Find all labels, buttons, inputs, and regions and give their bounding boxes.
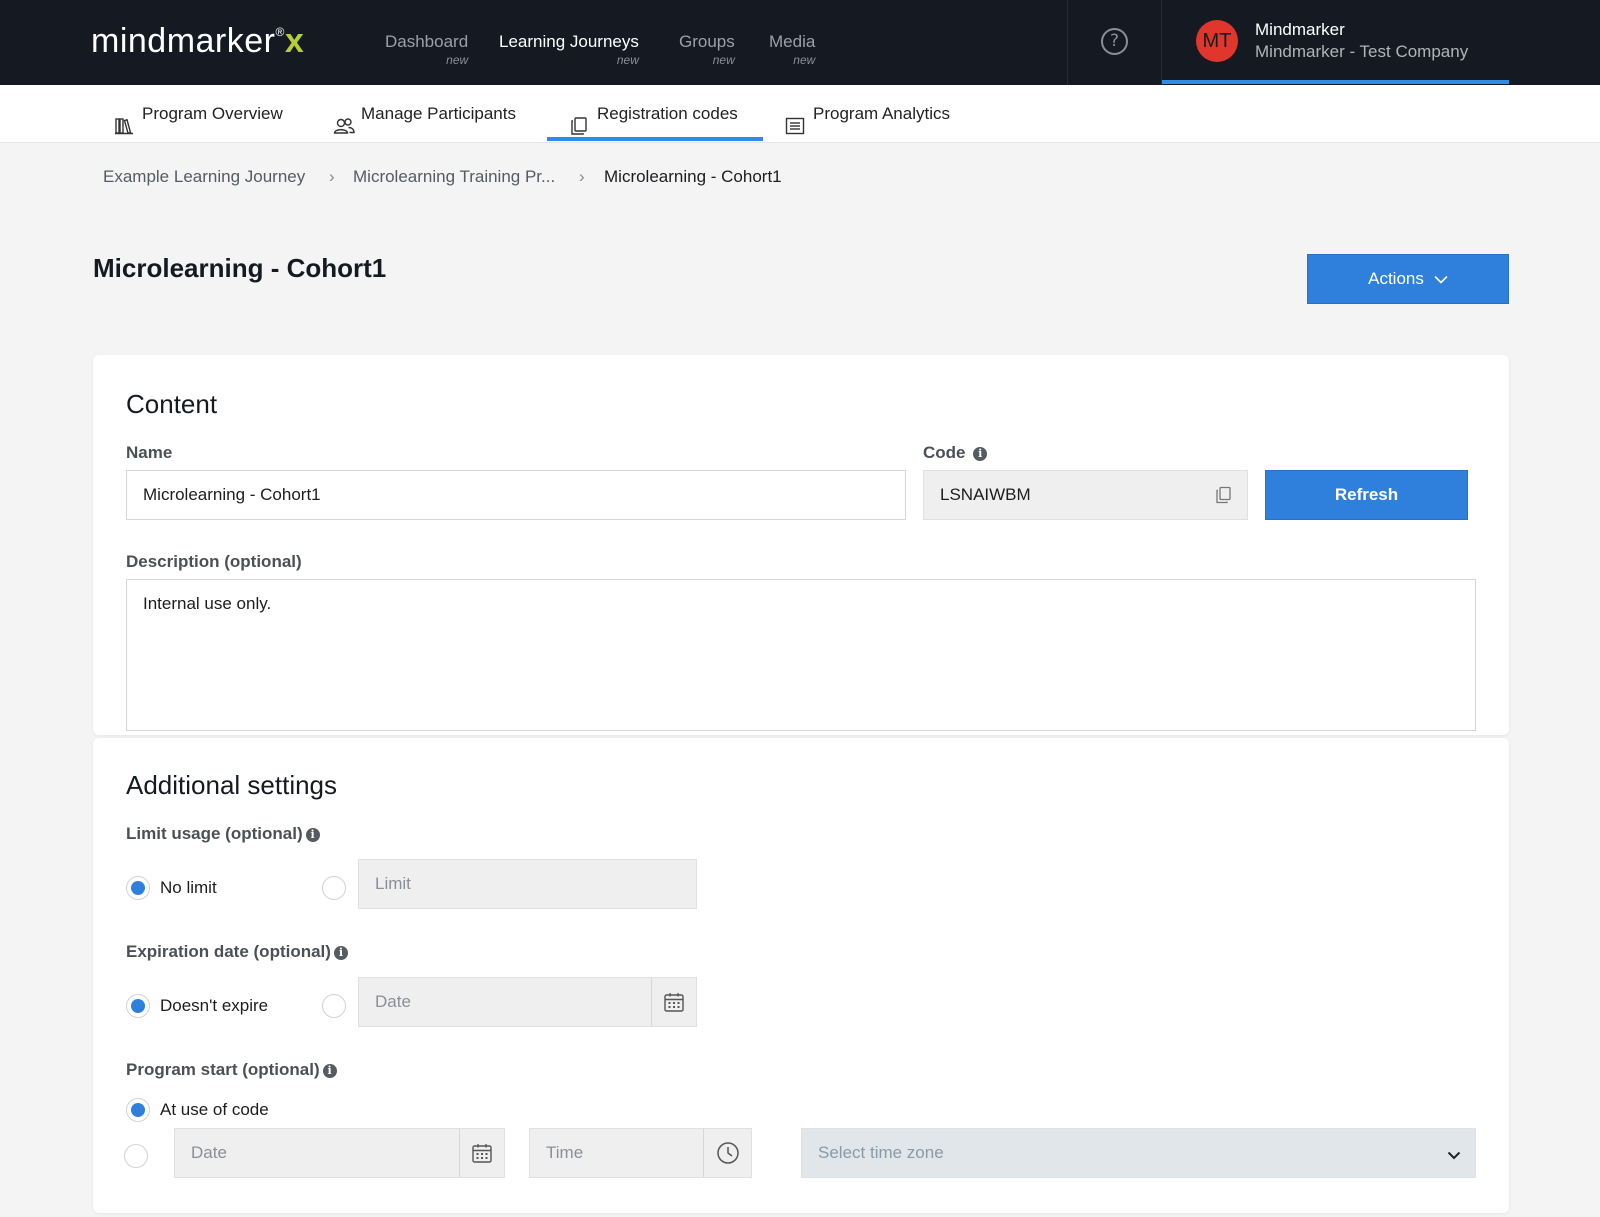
nav-media-label: Media: [769, 32, 816, 51]
nav-divider: [1067, 0, 1068, 85]
actions-button-label: Actions: [1368, 269, 1424, 288]
timezone-select[interactable]: Select time zone: [801, 1128, 1476, 1178]
nav-learning-journeys-label: Learning Journeys: [499, 32, 639, 51]
info-icon[interactable]: i: [322, 1064, 337, 1078]
info-icon[interactable]: i: [333, 946, 348, 960]
list-icon: [785, 104, 805, 135]
tab-program-analytics[interactable]: Program Analytics: [785, 85, 950, 143]
breadcrumb-separator-icon: ›: [579, 167, 585, 186]
nav-dashboard[interactable]: Dashboard new: [385, 32, 468, 67]
info-icon[interactable]: i: [305, 828, 320, 842]
at-use-of-code-label: At use of code: [160, 1100, 269, 1119]
expiration-date-radio[interactable]: [322, 994, 346, 1018]
nav-groups-label: Groups: [679, 32, 735, 51]
info-icon[interactable]: i: [973, 447, 988, 461]
breadcrumb-current: Microlearning - Cohort1: [604, 167, 782, 186]
user-company: Mindmarker - Test Company: [1255, 42, 1469, 61]
tab-registration-codes-label: Registration codes: [597, 104, 738, 123]
code-value: LSNAIWBM: [940, 485, 1031, 504]
nav-media[interactable]: Media new: [769, 32, 815, 67]
user-menu-active-indicator: [1162, 80, 1509, 84]
copy-icon[interactable]: [1213, 485, 1233, 505]
name-label: Name: [126, 443, 173, 462]
users-icon: [333, 104, 355, 134]
calendar-icon[interactable]: [651, 978, 696, 1026]
nav-groups[interactable]: Groups new: [679, 32, 735, 67]
nav-dashboard-label: Dashboard: [385, 32, 469, 51]
additional-settings-card: Additional settings Limit usage (optiona…: [93, 738, 1509, 1213]
tab-program-overview[interactable]: Program Overview: [114, 85, 283, 143]
content-section-title: Content: [126, 389, 218, 419]
at-use-of-code-radio[interactable]: [126, 1098, 150, 1122]
limit-placeholder: Limit: [375, 874, 411, 893]
tab-program-analytics-label: Program Analytics: [813, 104, 950, 123]
clock-icon[interactable]: [703, 1129, 751, 1177]
breadcrumb-item[interactable]: Example Learning Journey: [103, 167, 305, 187]
program-start-time-placeholder: Time: [546, 1143, 584, 1162]
tab-manage-participants[interactable]: Manage Participants: [333, 85, 516, 143]
breadcrumb-item[interactable]: Microlearning Training Pr...: [353, 167, 555, 187]
name-input-value: Microlearning - Cohort1: [143, 485, 321, 504]
limit-radio[interactable]: [322, 876, 346, 900]
tab-manage-participants-label: Manage Participants: [361, 104, 516, 123]
doesnt-expire-label: Doesn't expire: [160, 996, 269, 1015]
nav-learning-journeys[interactable]: Learning Journeys new: [499, 32, 639, 67]
content-card: Content Name Microlearning - Cohort1 Cod…: [93, 355, 1509, 735]
page-title: Microlearning - Cohort1: [93, 253, 387, 283]
expiration-date-label: Expiration date (optional) i: [126, 942, 348, 962]
refresh-button[interactable]: Refresh: [1265, 470, 1468, 520]
additional-settings-title: Additional settings: [126, 770, 338, 800]
code-label: Code i: [923, 443, 988, 463]
books-icon: [114, 104, 134, 135]
chevron-down-icon: [1434, 269, 1448, 289]
calendar-icon[interactable]: [459, 1129, 504, 1177]
mindmarker-logo[interactable]: mindmarker®x: [91, 22, 304, 61]
chevron-down-icon: [1447, 1145, 1461, 1165]
tab-registration-codes[interactable]: Registration codes: [569, 85, 738, 143]
nav-dashboard-badge: new: [446, 53, 469, 67]
program-start-date-input[interactable]: Date: [174, 1128, 505, 1178]
breadcrumb-separator-icon: ›: [329, 167, 335, 186]
limit-input[interactable]: Limit: [358, 859, 697, 909]
description-label: Description (optional): [126, 552, 302, 571]
timezone-placeholder: Select time zone: [818, 1143, 944, 1162]
no-limit-label: No limit: [160, 878, 217, 897]
top-navigation-bar: mindmarker®x Dashboard new Learning Jour…: [0, 0, 1600, 85]
copy-icon: [569, 104, 589, 135]
program-start-time-input[interactable]: Time: [529, 1128, 752, 1178]
active-tab-indicator: [547, 137, 763, 141]
doesnt-expire-radio[interactable]: [126, 994, 150, 1018]
description-value: Internal use only.: [143, 594, 272, 613]
program-start-date-radio[interactable]: [124, 1144, 148, 1168]
actions-button[interactable]: Actions: [1307, 254, 1509, 304]
limit-usage-label: Limit usage (optional) i: [126, 824, 320, 844]
nav-learning-journeys-badge: new: [616, 53, 639, 67]
avatar[interactable]: MT: [1196, 20, 1238, 62]
no-limit-radio[interactable]: [126, 876, 150, 900]
user-name: Mindmarker: [1255, 20, 1345, 39]
name-input[interactable]: Microlearning - Cohort1: [126, 470, 906, 520]
refresh-button-label: Refresh: [1334, 485, 1399, 504]
expiration-date-input[interactable]: Date: [358, 977, 697, 1027]
tab-program-overview-label: Program Overview: [142, 104, 283, 123]
program-subtabs: Program Overview Manage Participants Reg…: [0, 85, 1600, 143]
nav-media-badge: new: [793, 53, 816, 67]
nav-groups-badge: new: [712, 53, 735, 67]
expiration-date-placeholder: Date: [375, 992, 411, 1011]
program-start-date-placeholder: Date: [191, 1143, 227, 1162]
description-textarea[interactable]: Internal use only.: [126, 579, 1476, 731]
program-start-label: Program start (optional) i: [126, 1060, 337, 1080]
help-icon[interactable]: ?: [1101, 28, 1128, 55]
code-field: LSNAIWBM: [923, 470, 1248, 520]
